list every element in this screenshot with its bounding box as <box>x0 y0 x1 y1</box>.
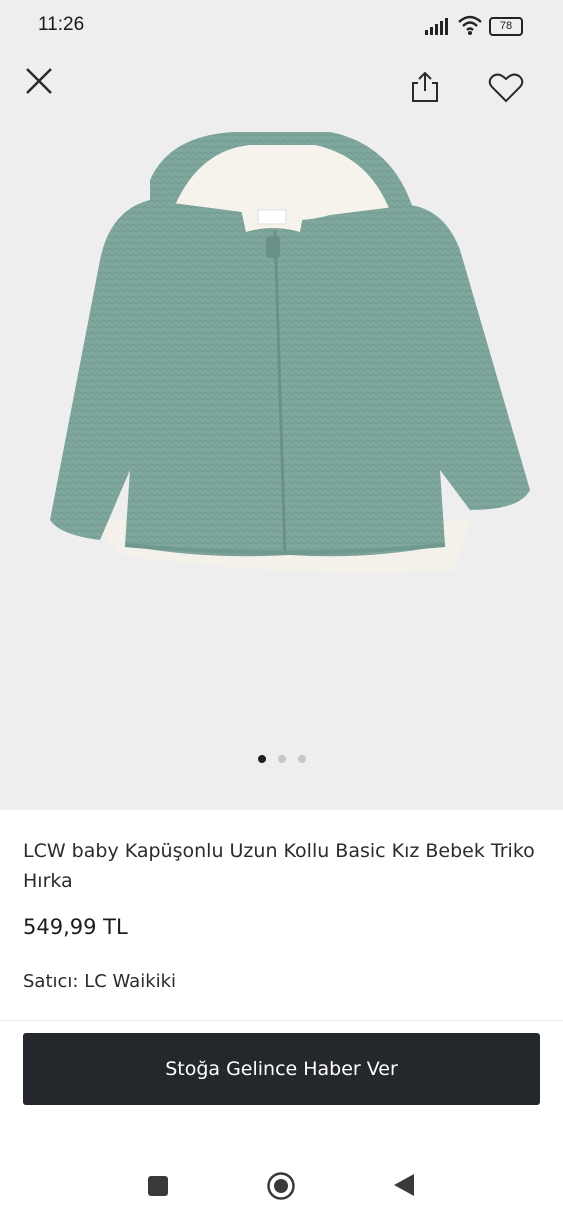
notify-when-in-stock-button[interactable]: Stoğa Gelince Haber Ver <box>23 1033 540 1105</box>
product-title: LCW baby Kapüşonlu Uzun Kollu Basic Kız … <box>23 840 535 892</box>
pagination-dot-2[interactable] <box>277 755 286 763</box>
gallery-pagination <box>0 755 563 763</box>
share-icon[interactable] <box>409 70 441 104</box>
system-nav-bar <box>0 1160 563 1210</box>
pagination-dot-3[interactable] <box>297 755 306 763</box>
product-info: LCW baby Kapüşonlu Uzun Kollu Basic Kız … <box>23 836 543 896</box>
recents-square-icon[interactable] <box>146 1174 170 1198</box>
seller-info[interactable]: Satıcı: LC Waikiki <box>23 971 176 992</box>
heart-icon[interactable] <box>488 72 524 104</box>
battery-icon: 78 <box>489 17 523 36</box>
status-time: 11:26 <box>38 14 85 35</box>
product-image <box>50 132 530 573</box>
wifi-icon <box>458 15 482 35</box>
home-circle-icon[interactable] <box>266 1171 296 1201</box>
divider <box>0 1020 563 1021</box>
battery-level: 78 <box>499 20 513 32</box>
signal-icon <box>425 18 448 35</box>
back-triangle-icon[interactable] <box>392 1172 416 1198</box>
product-price: 549,99 TL <box>23 915 128 939</box>
close-icon[interactable] <box>24 66 54 96</box>
status-bar: 11:26 78 <box>0 0 563 52</box>
product-image-gallery[interactable]: 11:26 78 <box>0 0 563 810</box>
pagination-dot-1[interactable] <box>257 755 266 763</box>
